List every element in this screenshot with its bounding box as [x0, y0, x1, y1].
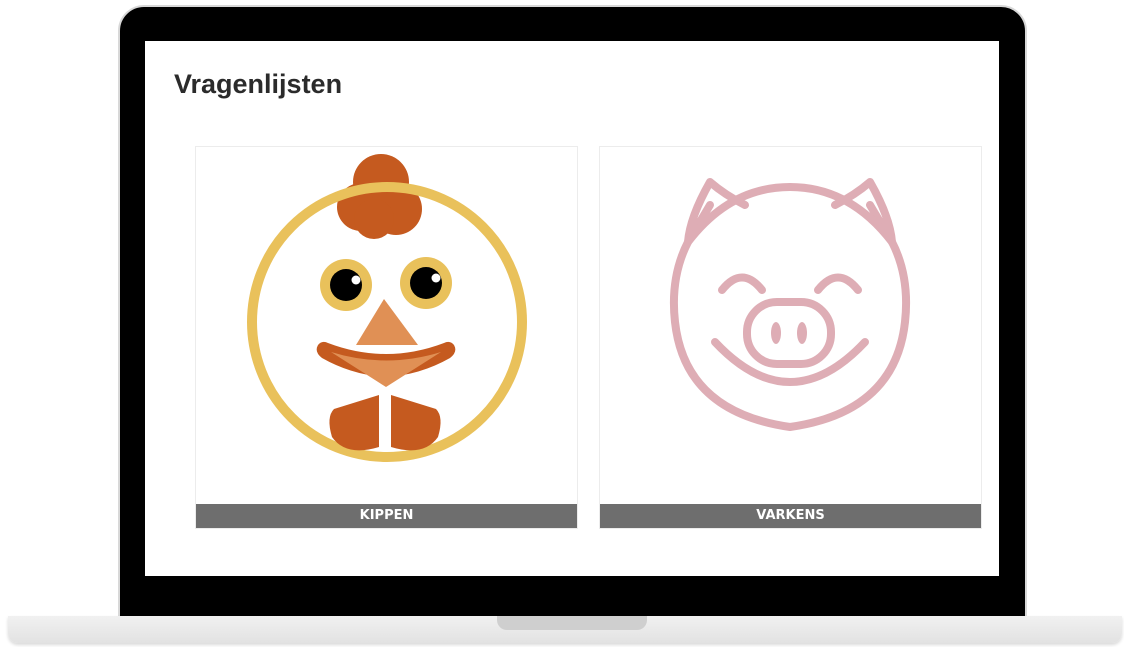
page-title: Vragenlijsten — [174, 69, 343, 99]
card-label-varkens[interactable]: VARKENS — [600, 504, 981, 528]
laptop-notch — [497, 616, 647, 630]
pig-icon — [669, 178, 911, 431]
card-label-kippen[interactable]: KIPPEN — [196, 504, 577, 528]
app-screen: Vragenlijsten KIPPEN VARKENS — [145, 41, 999, 576]
chicken-icon — [247, 154, 527, 462]
questionnaire-card-kippen[interactable]: KIPPEN — [195, 146, 578, 529]
questionnaire-card-varkens[interactable]: VARKENS — [599, 146, 982, 529]
